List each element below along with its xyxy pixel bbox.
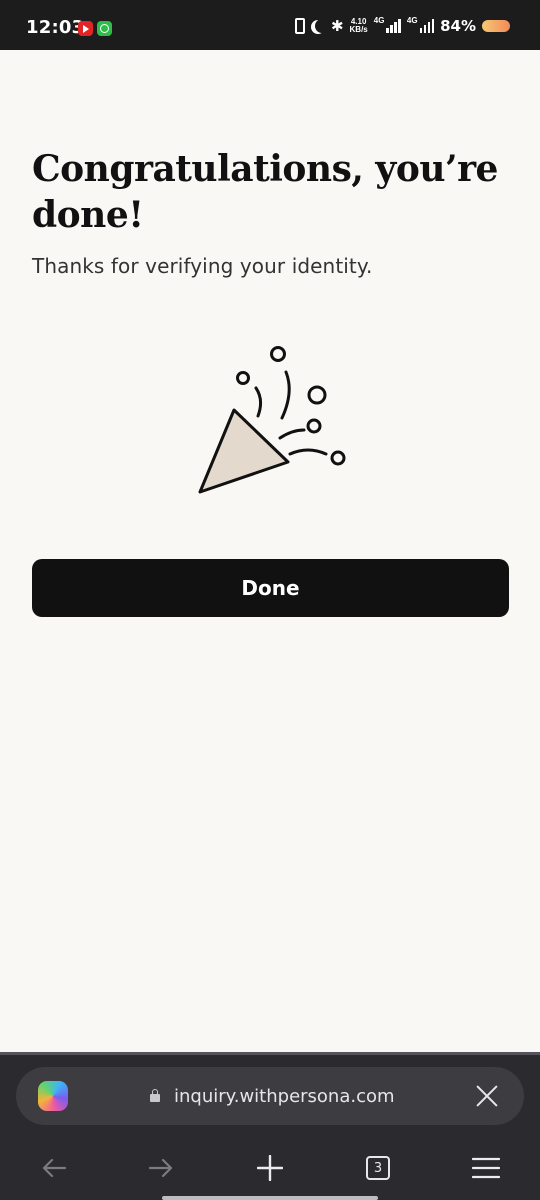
bluetooth-icon: ✱: [330, 18, 344, 35]
url-text[interactable]: inquiry.withpersona.com: [174, 1086, 395, 1107]
home-indicator[interactable]: [162, 1196, 378, 1200]
confetti-circle: [306, 418, 322, 434]
browser-nav-row: 3: [0, 1150, 540, 1186]
sim1-network-type: 4G: [373, 16, 385, 25]
confetti-circle: [307, 385, 327, 405]
close-icon[interactable]: [474, 1083, 500, 1109]
network-speed-unit: KB/s: [349, 25, 368, 34]
forward-arrow-icon[interactable]: [143, 1150, 179, 1186]
tab-count: 3: [366, 1156, 390, 1180]
back-arrow-icon[interactable]: [36, 1150, 72, 1186]
confetti-streamer: [288, 448, 328, 456]
tabs-icon[interactable]: 3: [360, 1150, 396, 1186]
battery-percentage: 84%: [440, 17, 476, 35]
do-not-disturb-icon: [315, 19, 329, 33]
status-icons: ✱ 4.10 KB/s 4G 4G 84%: [294, 14, 510, 38]
sim2-signal-icon: [419, 19, 435, 33]
sim1-signal-icon: [386, 19, 401, 33]
confetti-circle: [330, 450, 346, 466]
party-popper-illustration: [198, 346, 346, 494]
confetti-circle: [270, 346, 286, 362]
done-button[interactable]: Done: [32, 559, 509, 617]
confetti-streamer: [280, 370, 291, 420]
status-bar: 12:03 ✱ 4.10 KB/s 4G 4G 84%: [0, 0, 540, 50]
menu-icon[interactable]: [468, 1150, 504, 1186]
popper-cone: [198, 408, 290, 494]
whatsapp-notification-icon: [97, 21, 112, 36]
lock-icon: [150, 1089, 160, 1102]
confetti-circle: [236, 371, 250, 385]
vibrate-icon: [294, 18, 305, 34]
confetti-streamer: [254, 386, 263, 418]
page-title: Congratulations, you’re done!: [32, 148, 498, 236]
youtube-notification-icon: [78, 21, 93, 36]
network-speed: 4.10 KB/s: [350, 18, 368, 34]
copilot-icon[interactable]: [38, 1081, 68, 1111]
page-subtitle: Thanks for verifying your identity.: [32, 254, 373, 278]
sim2-network-type: 4G: [406, 16, 418, 25]
battery-icon: [482, 20, 510, 32]
confetti-streamer: [278, 428, 306, 440]
status-time: 12:03: [26, 17, 85, 38]
plus-icon[interactable]: [252, 1150, 288, 1186]
address-bar[interactable]: inquiry.withpersona.com: [16, 1067, 524, 1125]
browser-toolbar: inquiry.withpersona.com 3: [0, 1052, 540, 1200]
